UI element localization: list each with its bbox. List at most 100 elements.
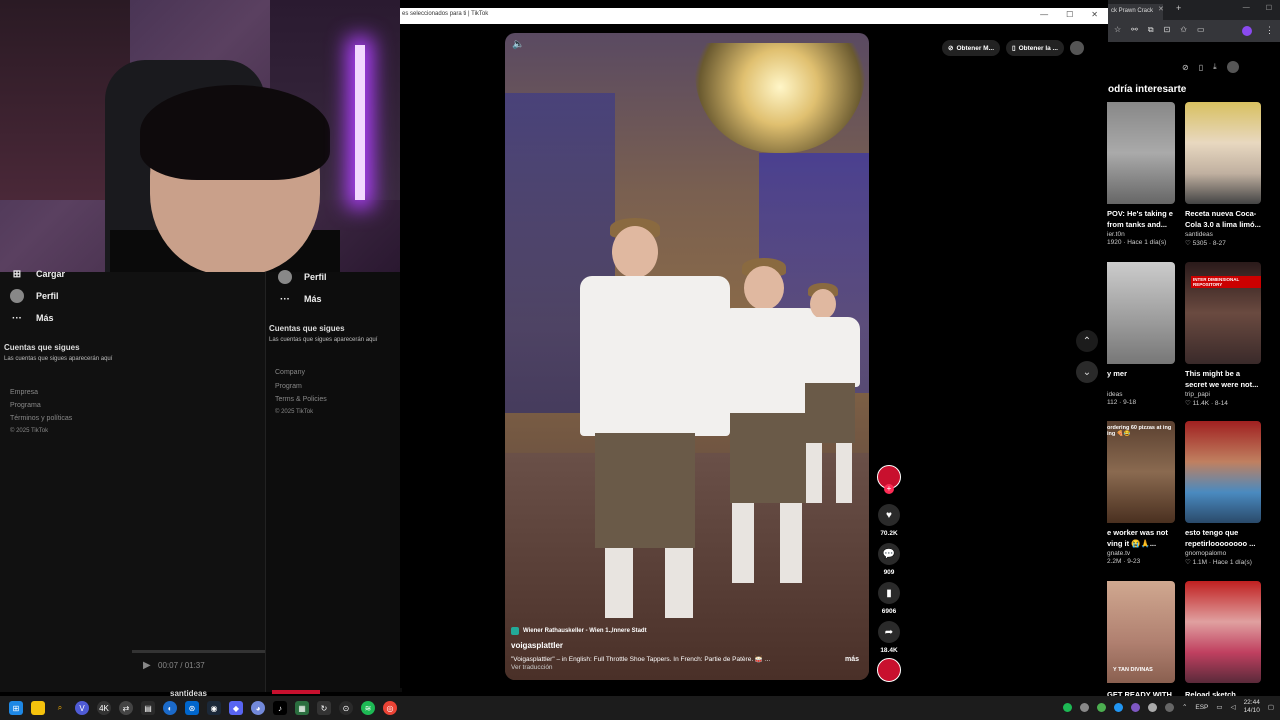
- spotify-icon[interactable]: ≋: [361, 701, 375, 715]
- upload-icon: ⊞: [12, 268, 22, 280]
- footer-link-programa[interactable]: Programa: [10, 402, 41, 409]
- like-icon[interactable]: ♥: [878, 504, 900, 526]
- chrome-icon[interactable]: ◎: [383, 701, 397, 715]
- volume-icon[interactable]: ◁: [1231, 703, 1236, 711]
- get-app-button[interactable]: ⊘ Obtener M...: [942, 40, 1001, 56]
- maximize-icon[interactable]: ☐: [1266, 4, 1272, 12]
- volume-icon[interactable]: 🔈: [512, 39, 526, 51]
- chevron-up-icon[interactable]: ⌃: [1076, 330, 1098, 352]
- footer-link-terminos[interactable]: Términos y políticas: [10, 415, 72, 422]
- tray-icon[interactable]: [1164, 702, 1174, 712]
- sidebar-item-profile-2[interactable]: Perfil: [278, 270, 327, 284]
- video-card[interactable]: INTER DIMENSIONAL REPOSITORY This might …: [1185, 262, 1261, 407]
- language-indicator[interactable]: ESP: [1195, 704, 1208, 711]
- minimize-button[interactable]: —: [1040, 10, 1048, 19]
- avatar: [278, 270, 292, 284]
- share-icon[interactable]: ➦: [878, 621, 900, 643]
- get-mobile-app-button[interactable]: ▯ Obtener la ...: [1006, 40, 1064, 56]
- app-icon[interactable]: ⊛: [185, 701, 199, 715]
- app-icon[interactable]: ◆: [229, 701, 243, 715]
- close-button[interactable]: ✕: [1091, 10, 1098, 19]
- tiktok-icon[interactable]: ♪: [273, 701, 287, 715]
- bookmark-star-icon[interactable]: ✩: [1180, 25, 1187, 35]
- network-icon[interactable]: ▭: [1216, 703, 1222, 711]
- more-link[interactable]: más: [845, 656, 859, 663]
- discord-icon[interactable]: ◕: [251, 701, 265, 715]
- footer-link-company[interactable]: Company: [275, 369, 305, 376]
- video-card[interactable]: Reload sketch: [1185, 581, 1261, 711]
- app-icon[interactable]: ▤: [141, 701, 155, 715]
- app-icon[interactable]: ⊙: [339, 701, 353, 715]
- puzzle-icon[interactable]: ⊡: [1164, 25, 1171, 35]
- app-icon[interactable]: ▦: [295, 701, 309, 715]
- extension-icon[interactable]: ⚯: [1131, 25, 1138, 35]
- avatar[interactable]: [1226, 61, 1239, 73]
- sidebar-item-more-2[interactable]: ··· Más: [278, 292, 322, 306]
- windows-start-icon[interactable]: ⊞: [9, 701, 23, 715]
- spotify-tray-icon[interactable]: [1062, 702, 1072, 712]
- comment-icon[interactable]: 💬: [878, 543, 900, 565]
- app-icon[interactable]: 4K: [97, 701, 111, 715]
- translate-link[interactable]: Ver traducción: [511, 664, 553, 671]
- location-pin-icon: [511, 627, 519, 635]
- clock[interactable]: 22:44 14/10: [1244, 699, 1260, 715]
- sidebar-item-profile[interactable]: Perfil: [10, 289, 59, 303]
- bookmark-icon[interactable]: ▮: [878, 582, 900, 604]
- progress-bar[interactable]: [132, 650, 265, 653]
- sidebar-item-upload[interactable]: ⊞ Cargar: [10, 267, 65, 281]
- tray-icon[interactable]: [1079, 702, 1089, 712]
- app-icon[interactable]: V: [75, 701, 89, 715]
- app-icon[interactable]: ⇄: [119, 701, 133, 715]
- share-count: 18.4K: [880, 647, 898, 654]
- video-card[interactable]: POV: He's taking e from tanks and... ier…: [1107, 102, 1175, 246]
- follow-plus-icon[interactable]: +: [884, 484, 894, 494]
- following-title-2: Cuentas que sigues: [269, 324, 345, 333]
- right-top-icons: ⊘ ▯ ⤓: [1182, 61, 1239, 73]
- sidebar-icon[interactable]: ▭: [1197, 25, 1205, 35]
- window-title: es seleccionados para ti | TikTok: [402, 11, 489, 17]
- music-disc-icon[interactable]: [877, 658, 901, 682]
- avatar[interactable]: [1242, 26, 1252, 36]
- footer-link-program[interactable]: Program: [275, 383, 302, 390]
- phone-icon[interactable]: ▯: [1199, 63, 1203, 72]
- tray-icon[interactable]: [1096, 702, 1106, 712]
- folder-icon[interactable]: [31, 701, 45, 715]
- play-icon[interactable]: ▶: [143, 660, 151, 671]
- following-text: Las cuentas que sigues aparecerán aquí: [4, 356, 113, 362]
- video-card[interactable]: esto tengo que repetirloooooooo ... gnom…: [1185, 421, 1261, 566]
- copyright-2: © 2025 TikTok: [275, 409, 314, 415]
- video-card[interactable]: ordering 60 pizzas at ing ing 🍕😂 e worke…: [1107, 421, 1175, 565]
- tray-icon[interactable]: [1113, 702, 1123, 712]
- video-player[interactable]: [505, 33, 869, 680]
- phone-icon: ▯: [1012, 45, 1016, 52]
- browser-tab[interactable]: ck Prawn Crack: [1108, 4, 1163, 20]
- video-username[interactable]: voigasplattler: [511, 641, 563, 650]
- tray-icon[interactable]: [1147, 702, 1157, 712]
- tray-icon[interactable]: [1130, 702, 1140, 712]
- chevron-down-icon[interactable]: ⌄: [1076, 361, 1098, 383]
- footer-link-terms[interactable]: Terms & Policies: [275, 396, 327, 403]
- app-icon[interactable]: ◐: [163, 701, 177, 715]
- download-icon[interactable]: ⤓: [1213, 62, 1217, 72]
- notification-icon[interactable]: ▢: [1268, 703, 1274, 711]
- minimize-icon[interactable]: —: [1243, 4, 1250, 12]
- tab-close-icon[interactable]: ✕: [1158, 5, 1164, 13]
- search-icon[interactable]: ⌕: [53, 701, 67, 715]
- footer-link-empresa[interactable]: Empresa: [10, 389, 38, 396]
- app-icon[interactable]: ↻: [317, 701, 331, 715]
- video-card[interactable]: Receta nueva Coca-Cola 3.0 a lima limó..…: [1185, 102, 1261, 247]
- chevron-up-icon[interactable]: ⌃: [1182, 703, 1187, 711]
- menu-icon[interactable]: ⋮: [1265, 25, 1274, 36]
- app-icon[interactable]: ⊘: [1182, 63, 1189, 72]
- video-card[interactable]: y mer ideas 112 · 9-18: [1107, 262, 1175, 406]
- avatar[interactable]: [1069, 41, 1084, 55]
- maximize-button[interactable]: ☐: [1066, 10, 1073, 19]
- video-card[interactable]: Y TAN DIVINAS GET READY WITH: [1107, 581, 1175, 711]
- left-sidebar: [0, 272, 265, 692]
- location-tag[interactable]: Wiener Rathauskeller - Wien 1.,Innere St…: [511, 627, 647, 635]
- steam-icon[interactable]: ◉: [207, 701, 221, 715]
- star-icon[interactable]: ☆: [1114, 25, 1121, 35]
- new-tab-icon[interactable]: +: [1176, 3, 1181, 13]
- copy-icon[interactable]: ⧉: [1148, 25, 1154, 35]
- sidebar-item-more[interactable]: ··· Más: [10, 311, 54, 325]
